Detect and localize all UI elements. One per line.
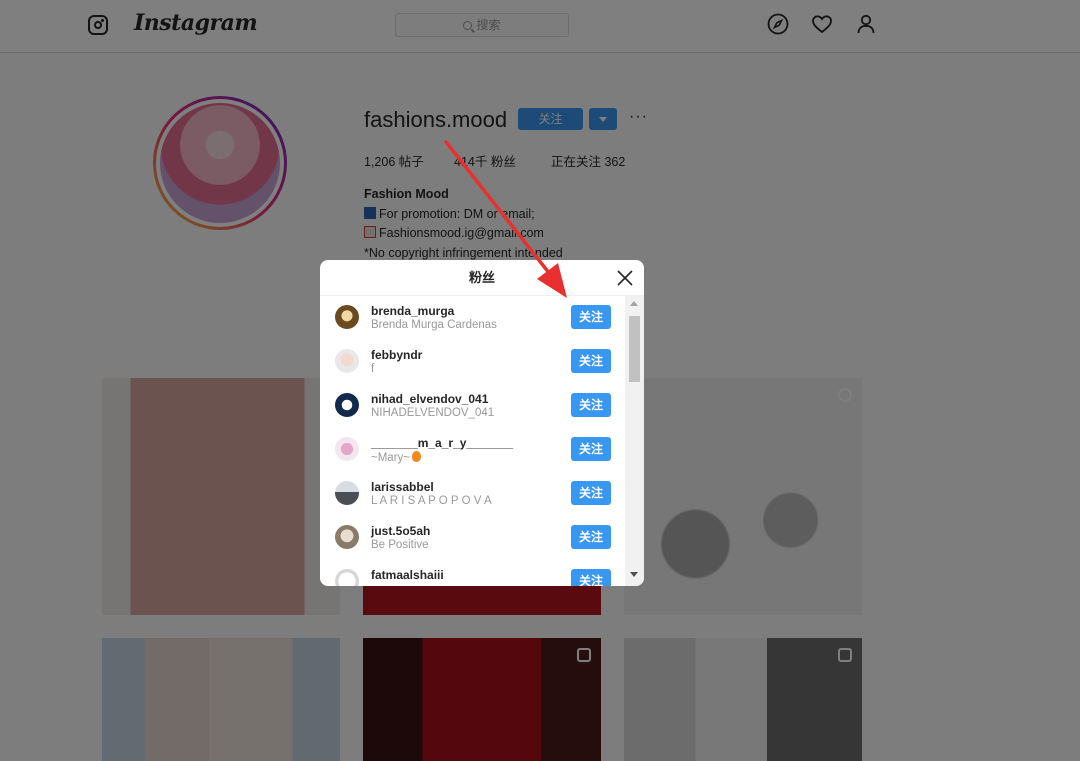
avatar[interactable] bbox=[335, 481, 359, 505]
follower-username[interactable]: _______m_a_r_y_______ bbox=[371, 436, 513, 450]
dialog-title: 粉丝 bbox=[320, 260, 644, 296]
follower-fullname: Be Positive bbox=[371, 539, 429, 551]
scroll-down-arrow-icon[interactable] bbox=[630, 572, 638, 577]
avatar[interactable] bbox=[335, 393, 359, 417]
scrollbar-thumb[interactable] bbox=[629, 316, 640, 382]
follower-username[interactable]: febbyndr bbox=[371, 348, 422, 362]
follow-button[interactable]: 关注 bbox=[571, 393, 611, 417]
scroll-up-arrow-icon[interactable] bbox=[630, 301, 638, 306]
follower-username[interactable]: fatmaalshaiii bbox=[371, 568, 444, 582]
list-item: _______m_a_r_y_______ ~Mary~ 关注 bbox=[320, 428, 625, 472]
fire-emoji-icon bbox=[412, 451, 421, 462]
avatar[interactable] bbox=[335, 305, 359, 329]
scrollbar[interactable] bbox=[625, 296, 644, 586]
list-item: nihad_elvendov_041 NIHADELVENDOV_041 关注 bbox=[320, 384, 625, 428]
follow-button[interactable]: 关注 bbox=[571, 481, 611, 505]
list-item: febbyndr f 关注 bbox=[320, 340, 625, 384]
follower-fullname: L A R I S A P O P O V A bbox=[371, 495, 492, 507]
follow-button[interactable]: 关注 bbox=[571, 569, 611, 586]
close-icon[interactable] bbox=[616, 269, 634, 287]
follower-fullname: Brenda Murga Cardenas bbox=[371, 319, 497, 331]
list-item: brenda_murga Brenda Murga Cardenas 关注 bbox=[320, 296, 625, 340]
list-item: just.5o5ah Be Positive 关注 bbox=[320, 516, 625, 560]
follow-button[interactable]: 关注 bbox=[571, 437, 611, 461]
follower-username[interactable]: just.5o5ah bbox=[371, 524, 430, 538]
follow-button[interactable]: 关注 bbox=[571, 349, 611, 373]
follower-username[interactable]: brenda_murga bbox=[371, 304, 454, 318]
follower-fullname: ~Mary~ bbox=[371, 451, 421, 464]
list-item: larissabbel L A R I S A P O P O V A 关注 bbox=[320, 472, 625, 516]
follower-fullname: f bbox=[371, 363, 375, 375]
avatar[interactable] bbox=[335, 569, 359, 586]
list-item: fatmaalshaiii 关注 bbox=[320, 560, 625, 586]
followers-dialog: 粉丝 brenda_murga Brenda Murga Cardenas 关注… bbox=[320, 260, 644, 586]
followers-list[interactable]: brenda_murga Brenda Murga Cardenas 关注 fe… bbox=[320, 296, 625, 586]
avatar[interactable] bbox=[335, 525, 359, 549]
follower-fullname: NIHADELVENDOV_041 bbox=[371, 407, 495, 419]
follower-username[interactable]: larissabbel bbox=[371, 480, 434, 494]
avatar[interactable] bbox=[335, 437, 359, 461]
follow-button[interactable]: 关注 bbox=[571, 305, 611, 329]
follow-button[interactable]: 关注 bbox=[571, 525, 611, 549]
follower-username[interactable]: nihad_elvendov_041 bbox=[371, 392, 488, 406]
avatar[interactable] bbox=[335, 349, 359, 373]
